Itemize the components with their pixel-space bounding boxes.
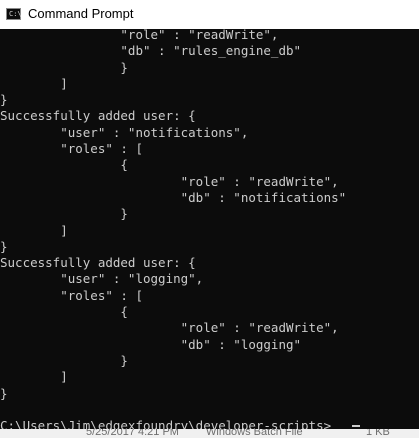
console-output[interactable]: "role" : "readWrite", "db" : "rules_engi…: [0, 29, 419, 429]
file-type: Windows Batch File: [206, 429, 303, 438]
console-line: }: [0, 92, 8, 108]
console-line: }: [0, 385, 8, 401]
console-line: }: [0, 206, 128, 222]
console-line: "role" : "readWrite",: [0, 173, 339, 189]
console-line: ]: [0, 75, 68, 91]
console-line: "db" : "logging": [0, 336, 302, 352]
console-line: "roles" : [: [0, 141, 143, 157]
console-line: }: [0, 238, 8, 254]
console-line: ]: [0, 369, 68, 385]
text-cursor: [352, 425, 360, 427]
console-line: "db" : "notifications": [0, 189, 347, 205]
console-line: "role" : "readWrite",: [0, 320, 339, 336]
title-bar[interactable]: C:\ Command Prompt: [0, 0, 419, 29]
command-prompt-line: C:\Users\Jim\edgexfoundry\developer-scri…: [0, 418, 332, 429]
window-title: Command Prompt: [28, 6, 134, 21]
console-line: Successfully added user: {: [0, 255, 196, 271]
console-line: ]: [0, 222, 68, 238]
console-line: Successfully added user: {: [0, 108, 196, 124]
console-line: "role" : "readWrite",: [0, 29, 279, 42]
console-line: }: [0, 352, 128, 368]
console-line: }: [0, 59, 128, 75]
console-line: {: [0, 304, 128, 320]
console-lines: "role" : "readWrite", "db" : "rules_engi…: [0, 29, 346, 429]
console-line: "roles" : [: [0, 287, 143, 303]
console-line: "user" : "logging",: [0, 271, 204, 287]
console-line: "db" : "rules_engine_db": [0, 43, 302, 59]
command-prompt-icon-text: C:\: [9, 10, 22, 18]
console-line: {: [0, 157, 128, 173]
background-file-details: 5/25/2017 4:21 PM Windows Batch File 1 K…: [0, 429, 419, 438]
command-prompt-icon[interactable]: C:\: [6, 8, 22, 20]
console-line: "user" : "notifications",: [0, 124, 249, 140]
file-date: 5/25/2017 4:21 PM: [86, 429, 179, 438]
file-size: 1 KB: [366, 429, 390, 438]
